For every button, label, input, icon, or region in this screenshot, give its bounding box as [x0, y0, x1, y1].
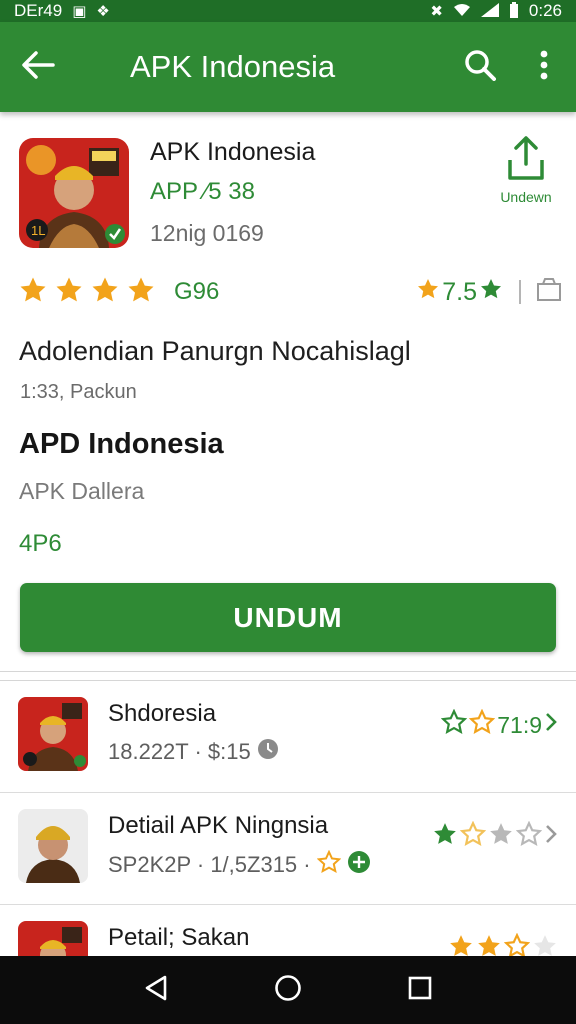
star-outline-icon — [316, 849, 341, 880]
list-item[interactable]: Petail; Sakan — [0, 905, 576, 956]
app-bar: APK Indonesia — [0, 22, 576, 112]
chevron-right-icon — [544, 711, 558, 739]
star-outline-icon — [468, 708, 496, 741]
system-nav-bar — [0, 956, 576, 1024]
carrier-text: DEr49 — [14, 1, 63, 20]
star-icon — [476, 933, 502, 956]
page-title: APK Indonesia — [130, 49, 336, 84]
download-button[interactable]: UNDUM — [20, 583, 556, 652]
star-icon — [416, 277, 440, 308]
related-apps-list: Shdoresia 18.222T · $:15 71:9 Detiail AP… — [0, 680, 576, 956]
rating-stars — [18, 275, 156, 310]
notification-icon: ▣ — [72, 2, 87, 20]
wifi-icon — [453, 3, 471, 20]
list-item-meta: SP2K2P · 1/,5Z315 · — [108, 849, 371, 880]
star-outline-icon — [503, 932, 531, 956]
star-icon — [18, 275, 48, 310]
rating-row: G96 7.5 — [18, 274, 563, 310]
star-outline-icon — [440, 708, 468, 741]
star-icon — [126, 275, 156, 310]
signal-icon — [480, 2, 499, 20]
share-button[interactable]: Undewn — [488, 134, 564, 224]
back-button[interactable] — [0, 22, 76, 112]
app-headline: Adolendian Panurgn Nocahislagl — [19, 336, 411, 366]
app-code: 4P6 — [19, 530, 62, 557]
list-item-rating-value: 71:9 — [497, 711, 542, 738]
svg-text:1L: 1L — [31, 223, 45, 238]
list-item-title: Petail; Sakan — [108, 924, 250, 951]
battery-icon — [509, 1, 519, 21]
list-item-meta: 18.222T · $:15 — [108, 738, 279, 766]
more-vert-icon — [539, 50, 549, 85]
score: 7.5 — [416, 276, 563, 309]
star-icon — [479, 277, 503, 308]
app-size: 12nig 0169 — [150, 220, 264, 246]
list-item-meta-text: SP2K2P · 1/,5Z315 · — [108, 852, 311, 877]
share-upload-icon — [504, 134, 548, 187]
bookmark-icon[interactable] — [535, 276, 563, 309]
status-bar: DEr49 ▣ ❖ ✖ 0:26 — [0, 0, 576, 22]
star-icon — [488, 821, 514, 853]
mute-icon: ✖ — [430, 2, 443, 20]
list-item-title: Shdoresia — [108, 700, 217, 727]
section-title: APD Indonesia — [19, 428, 224, 460]
star-icon — [532, 933, 558, 956]
star-outline-icon — [459, 820, 487, 853]
clock: 0:26 — [528, 1, 562, 20]
app-thumbnail — [18, 697, 88, 771]
chevron-right-icon — [544, 823, 558, 851]
search-button[interactable] — [448, 22, 512, 112]
star-icon — [448, 933, 474, 956]
rating-count: G96 — [174, 278, 220, 305]
list-item-rating: 71:9 — [440, 708, 558, 741]
score-value: 7.5 — [442, 277, 477, 306]
meta-line: 1:33, Packun — [20, 381, 137, 403]
star-icon — [90, 275, 120, 310]
list-item[interactable]: Shdoresia 18.222T · $:15 71:9 — [0, 681, 576, 793]
developer-name: APK Dallera — [19, 478, 145, 504]
nav-recents-icon[interactable] — [407, 975, 433, 1006]
nav-back-icon[interactable] — [143, 974, 169, 1007]
nav-home-icon[interactable] — [274, 974, 302, 1007]
search-icon — [464, 49, 496, 86]
app-version: APP ⁄5 38 — [150, 178, 255, 205]
more-options-button[interactable] — [512, 22, 576, 112]
share-label: Undewn — [500, 189, 552, 205]
clock-icon — [257, 738, 279, 766]
app-thumbnail — [18, 921, 88, 956]
star-icon — [54, 275, 84, 310]
app-name: APK Indonesia — [150, 138, 316, 166]
list-item-meta-text: 18.222T · $:15 — [108, 739, 251, 764]
star-outline-icon — [515, 820, 543, 853]
list-item-title: Detiail APK Ningnsia — [108, 812, 329, 839]
star-icon — [432, 821, 458, 853]
app-icon[interactable]: 1L — [19, 138, 129, 248]
list-item-rating — [448, 932, 558, 956]
app-detail-card: 1L APK Indonesia APP ⁄5 38 12nig 0169 Un… — [0, 112, 576, 672]
list-item[interactable]: Detiail APK Ningnsia SP2K2P · 1/,5Z315 · — [0, 793, 576, 905]
app-thumbnail — [18, 809, 88, 883]
back-arrow-icon — [21, 50, 55, 84]
list-item-rating — [432, 820, 558, 853]
tag-icon: ❖ — [96, 2, 110, 20]
divider — [519, 280, 521, 304]
add-circle-icon — [347, 850, 371, 880]
